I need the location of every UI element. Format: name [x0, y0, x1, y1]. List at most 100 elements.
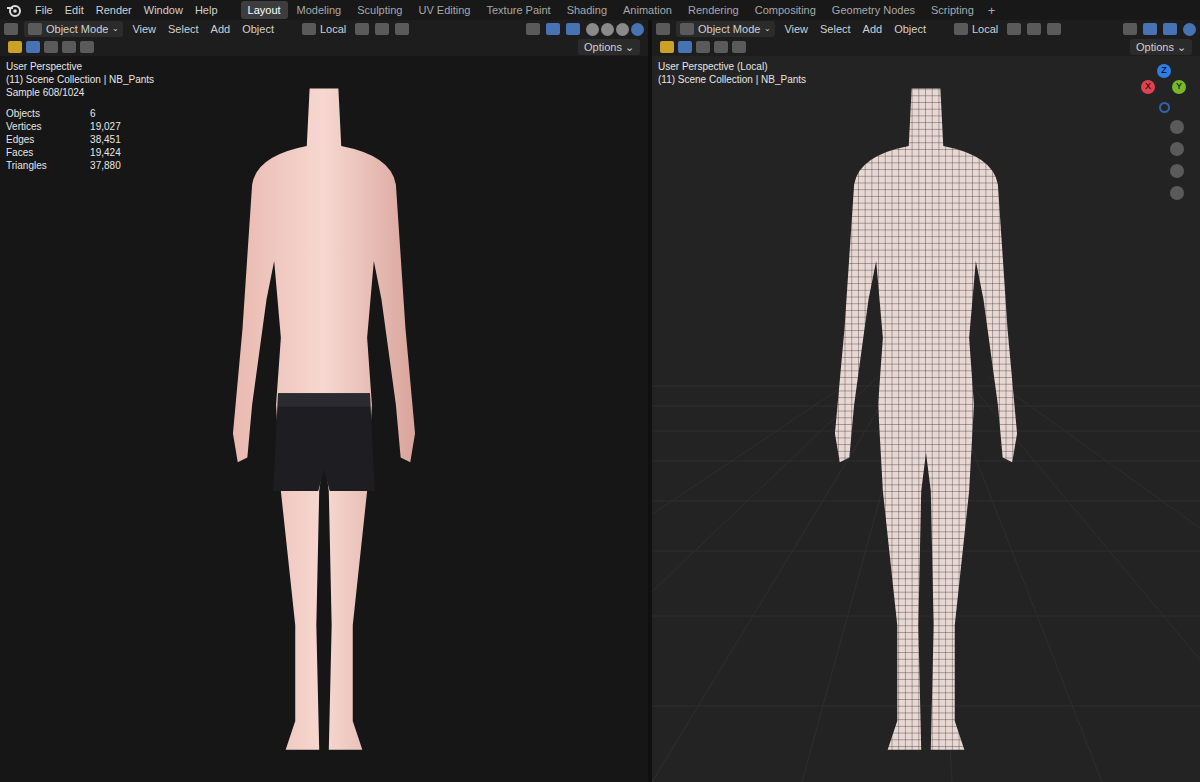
editor-type-icon[interactable] [4, 23, 18, 35]
viewport-header: Object Mode⌄ View Select Add Object Local [652, 20, 1200, 38]
editor-area: Object Mode⌄ View Select Add Object Local Opti… [0, 20, 1200, 782]
visibility-icon[interactable] [1123, 23, 1137, 35]
add-workspace-button[interactable]: + [983, 4, 1001, 17]
options-dropdown[interactable]: Options ⌄ [578, 39, 640, 56]
select-extend-icon[interactable] [696, 41, 710, 53]
select-box-icon[interactable] [678, 41, 692, 53]
workspace-tab[interactable]: Scripting [924, 1, 981, 20]
wireframe-body-figure[interactable] [811, 79, 1041, 769]
header-menu[interactable]: Add [208, 21, 234, 38]
workspace-tab[interactable]: Shading [560, 1, 614, 20]
menu-item[interactable]: File [30, 2, 58, 19]
header-menu[interactable]: View [781, 21, 811, 38]
select-invert-icon[interactable] [732, 41, 746, 53]
3d-viewport-right: Object Mode⌄ View Select Add Object Local Opti… [652, 20, 1200, 782]
zoom-icon[interactable] [1170, 120, 1184, 134]
menu-item[interactable]: Render [91, 2, 137, 19]
blender-logo-icon[interactable] [6, 3, 22, 17]
axis-z[interactable]: Z [1157, 64, 1171, 78]
select-extend-icon[interactable] [44, 41, 58, 53]
navigation-gizmo[interactable]: ZX Y [1134, 60, 1194, 230]
workspace-tab[interactable]: Sculpting [350, 1, 409, 20]
header-menu[interactable]: Select [817, 21, 854, 38]
visibility-icon[interactable] [526, 23, 540, 35]
info-line: (11) Scene Collection | NB_Pants [658, 73, 806, 86]
pivot-icon[interactable] [355, 23, 369, 35]
proportional-icon[interactable] [1047, 23, 1061, 35]
orientation-dropdown[interactable]: Local [299, 21, 349, 38]
gizmo-icon[interactable] [546, 23, 560, 35]
rendered-body-figure[interactable] [209, 79, 439, 769]
pivot-icon[interactable] [1007, 23, 1021, 35]
menu-item[interactable]: Edit [60, 2, 89, 19]
viewport-info: User Perspective (Local)(11) Scene Colle… [658, 60, 806, 86]
info-line: User Perspective (Local) [658, 60, 806, 73]
select-subtract-icon[interactable] [714, 41, 728, 53]
snap-icon[interactable] [375, 23, 389, 35]
blender-window: FileEditRenderWindowHelpLayoutModelingSc… [0, 0, 1200, 782]
top-bar: FileEditRenderWindowHelpLayoutModelingSc… [0, 0, 1200, 20]
overlay-icon[interactable] [566, 23, 580, 35]
stat-value: 19,424 [90, 146, 154, 159]
stat-label: Triangles [6, 159, 80, 172]
select-tool-icon[interactable] [8, 41, 22, 53]
proportional-icon[interactable] [395, 23, 409, 35]
viewport[interactable]: User Perspective(11) Scene Collection | … [0, 56, 648, 782]
stat-label: Faces [6, 146, 80, 159]
info-line: User Perspective [6, 60, 154, 73]
shading-mode-icon[interactable] [601, 23, 614, 36]
stat-value: 19,027 [90, 120, 154, 133]
viewport-info: User Perspective(11) Scene Collection | … [6, 60, 154, 172]
shading-mode-icon[interactable] [631, 23, 644, 36]
shading-mode-icon[interactable] [1183, 23, 1196, 36]
pan-hand-icon[interactable] [1170, 142, 1184, 156]
stat-label: Vertices [6, 120, 80, 133]
workspace-tab[interactable]: Layout [241, 1, 288, 20]
mode-dropdown[interactable]: Object Mode⌄ [676, 21, 775, 38]
camera-icon[interactable] [1170, 164, 1184, 178]
select-invert-icon[interactable] [80, 41, 94, 53]
header-menu[interactable]: Object [891, 21, 929, 38]
workspace-tab[interactable]: Compositing [748, 1, 823, 20]
gizmo-icon[interactable] [1143, 23, 1157, 35]
viewport-header: Object Mode⌄ View Select Add Object Local [0, 20, 648, 38]
workspace-tab[interactable]: Modeling [290, 1, 349, 20]
options-dropdown[interactable]: Options ⌄ [1130, 39, 1192, 56]
axis-y[interactable]: Y [1172, 80, 1186, 94]
select-tool-icon[interactable] [660, 41, 674, 53]
shading-mode-icon[interactable] [586, 23, 599, 36]
header-menu[interactable]: Object [239, 21, 277, 38]
workspace-tab[interactable]: Animation [616, 1, 679, 20]
info-line: (11) Scene Collection | NB_Pants [6, 73, 154, 86]
orientation-icon [302, 23, 316, 35]
overlay-icon[interactable] [1163, 23, 1177, 35]
workspace-tab[interactable]: Geometry Nodes [825, 1, 922, 20]
select-box-icon[interactable] [26, 41, 40, 53]
viewport[interactable]: User Perspective (Local)(11) Scene Colle… [652, 56, 1200, 782]
stat-value: 38,451 [90, 133, 154, 146]
header-menu[interactable]: Select [165, 21, 202, 38]
axis-x[interactable]: X [1141, 80, 1155, 94]
shading-group [1183, 23, 1196, 36]
shading-mode-icon[interactable] [616, 23, 629, 36]
select-subtract-icon[interactable] [62, 41, 76, 53]
tool-settings: Options ⌄ [0, 38, 648, 56]
ortho-grid-icon[interactable] [1170, 186, 1184, 200]
stat-label: Edges [6, 133, 80, 146]
info-line: Sample 608/1024 [6, 86, 154, 99]
workspace-tab[interactable]: Texture Paint [479, 1, 557, 20]
mode-dropdown[interactable]: Object Mode⌄ [24, 21, 123, 38]
menu-item[interactable]: Help [190, 2, 223, 19]
header-menu[interactable]: View [129, 21, 159, 38]
orientation-dropdown[interactable]: Local [951, 21, 1001, 38]
object-mode-icon [28, 23, 42, 35]
stat-label: Objects [6, 107, 80, 120]
workspace-tab[interactable]: Rendering [681, 1, 746, 20]
snap-icon[interactable] [1027, 23, 1041, 35]
axis-neg-z-icon[interactable] [1159, 102, 1170, 113]
workspace-tab[interactable]: UV Editing [411, 1, 477, 20]
menu-item[interactable]: Window [139, 2, 188, 19]
header-menu[interactable]: Add [860, 21, 886, 38]
stat-value: 6 [90, 107, 154, 120]
editor-type-icon[interactable] [656, 23, 670, 35]
